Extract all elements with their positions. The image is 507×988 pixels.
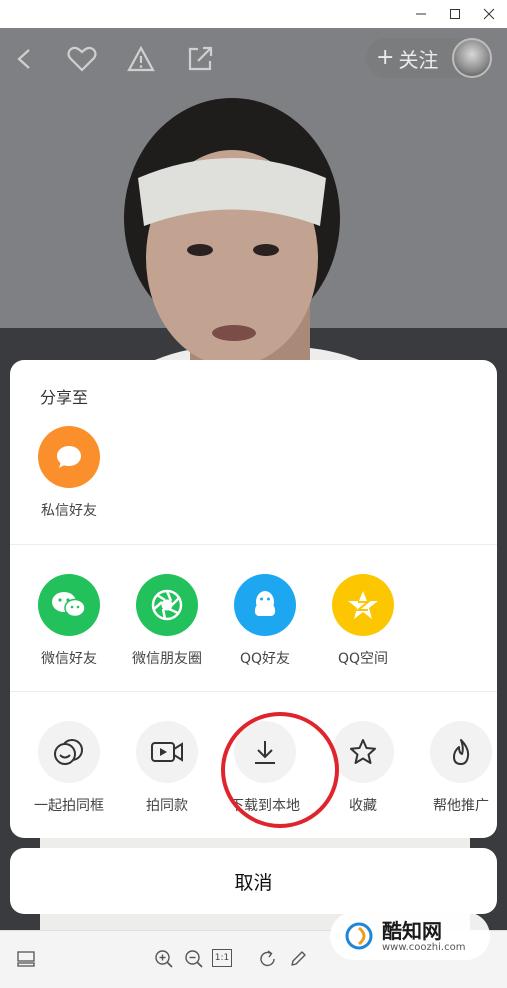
share-icon[interactable]	[183, 42, 217, 76]
chat-bubble-icon	[38, 426, 100, 488]
actual-size-button[interactable]: 1:1	[212, 949, 232, 967]
share-item-wechat-friend[interactable]: 微信好友	[20, 574, 118, 668]
download-icon	[234, 721, 296, 783]
share-item-private-message[interactable]: 私信好友	[20, 426, 118, 520]
coozhi-logo-icon	[345, 922, 373, 950]
flame-icon	[430, 721, 492, 783]
window-title-bar	[0, 0, 507, 28]
watermark: 酷知网 www.coozhi.com	[330, 912, 490, 960]
divider	[10, 544, 497, 545]
watermark-name: 酷知网	[382, 918, 442, 943]
share-item-qq-friend[interactable]: QQ好友	[216, 574, 314, 668]
wechat-moments-icon	[136, 574, 198, 636]
thumbnail-icon[interactable]	[14, 947, 38, 971]
share-item-download[interactable]: 下载到本地	[216, 721, 314, 815]
back-icon[interactable]	[8, 42, 42, 76]
share-item-favorite[interactable]: 收藏	[314, 721, 412, 815]
zoom-out-icon[interactable]	[182, 947, 206, 971]
zoom-in-icon[interactable]	[152, 947, 176, 971]
avatar[interactable]	[452, 38, 492, 78]
watermark-url: www.coozhi.com	[382, 941, 466, 953]
follow-button[interactable]: + 关注	[366, 38, 492, 78]
heart-icon[interactable]	[65, 42, 99, 76]
share-item-wechat-moments[interactable]: 微信朋友圈	[118, 574, 216, 668]
star-icon	[332, 721, 394, 783]
qzone-icon	[332, 574, 394, 636]
share-sheet: 分享至 私信好友 微信好友 微信朋友圈 QQ好友 QQ空间 一起拍同框 拍同款 …	[10, 360, 497, 838]
report-icon[interactable]	[124, 42, 158, 76]
share-item-duet[interactable]: 一起拍同框	[20, 721, 118, 815]
qq-icon	[234, 574, 296, 636]
close-icon[interactable]	[478, 4, 500, 24]
video-camera-icon	[136, 721, 198, 783]
follow-label: 关注	[398, 47, 439, 72]
share-item-same-style[interactable]: 拍同款	[118, 721, 216, 815]
share-item-promote[interactable]: 帮他推广	[412, 721, 497, 815]
cancel-button[interactable]: 取消	[10, 848, 497, 914]
minimize-icon[interactable]	[410, 4, 432, 24]
share-sheet-title: 分享至	[40, 388, 89, 407]
rotate-icon[interactable]	[256, 947, 280, 971]
edit-pencil-icon[interactable]	[286, 947, 310, 971]
cancel-label: 取消	[234, 871, 273, 894]
wechat-icon	[38, 574, 100, 636]
divider	[10, 691, 497, 692]
plus-icon: +	[376, 45, 395, 70]
duet-icon	[38, 721, 100, 783]
maximize-icon[interactable]	[444, 4, 466, 24]
share-item-qzone[interactable]: QQ空间	[314, 574, 412, 668]
